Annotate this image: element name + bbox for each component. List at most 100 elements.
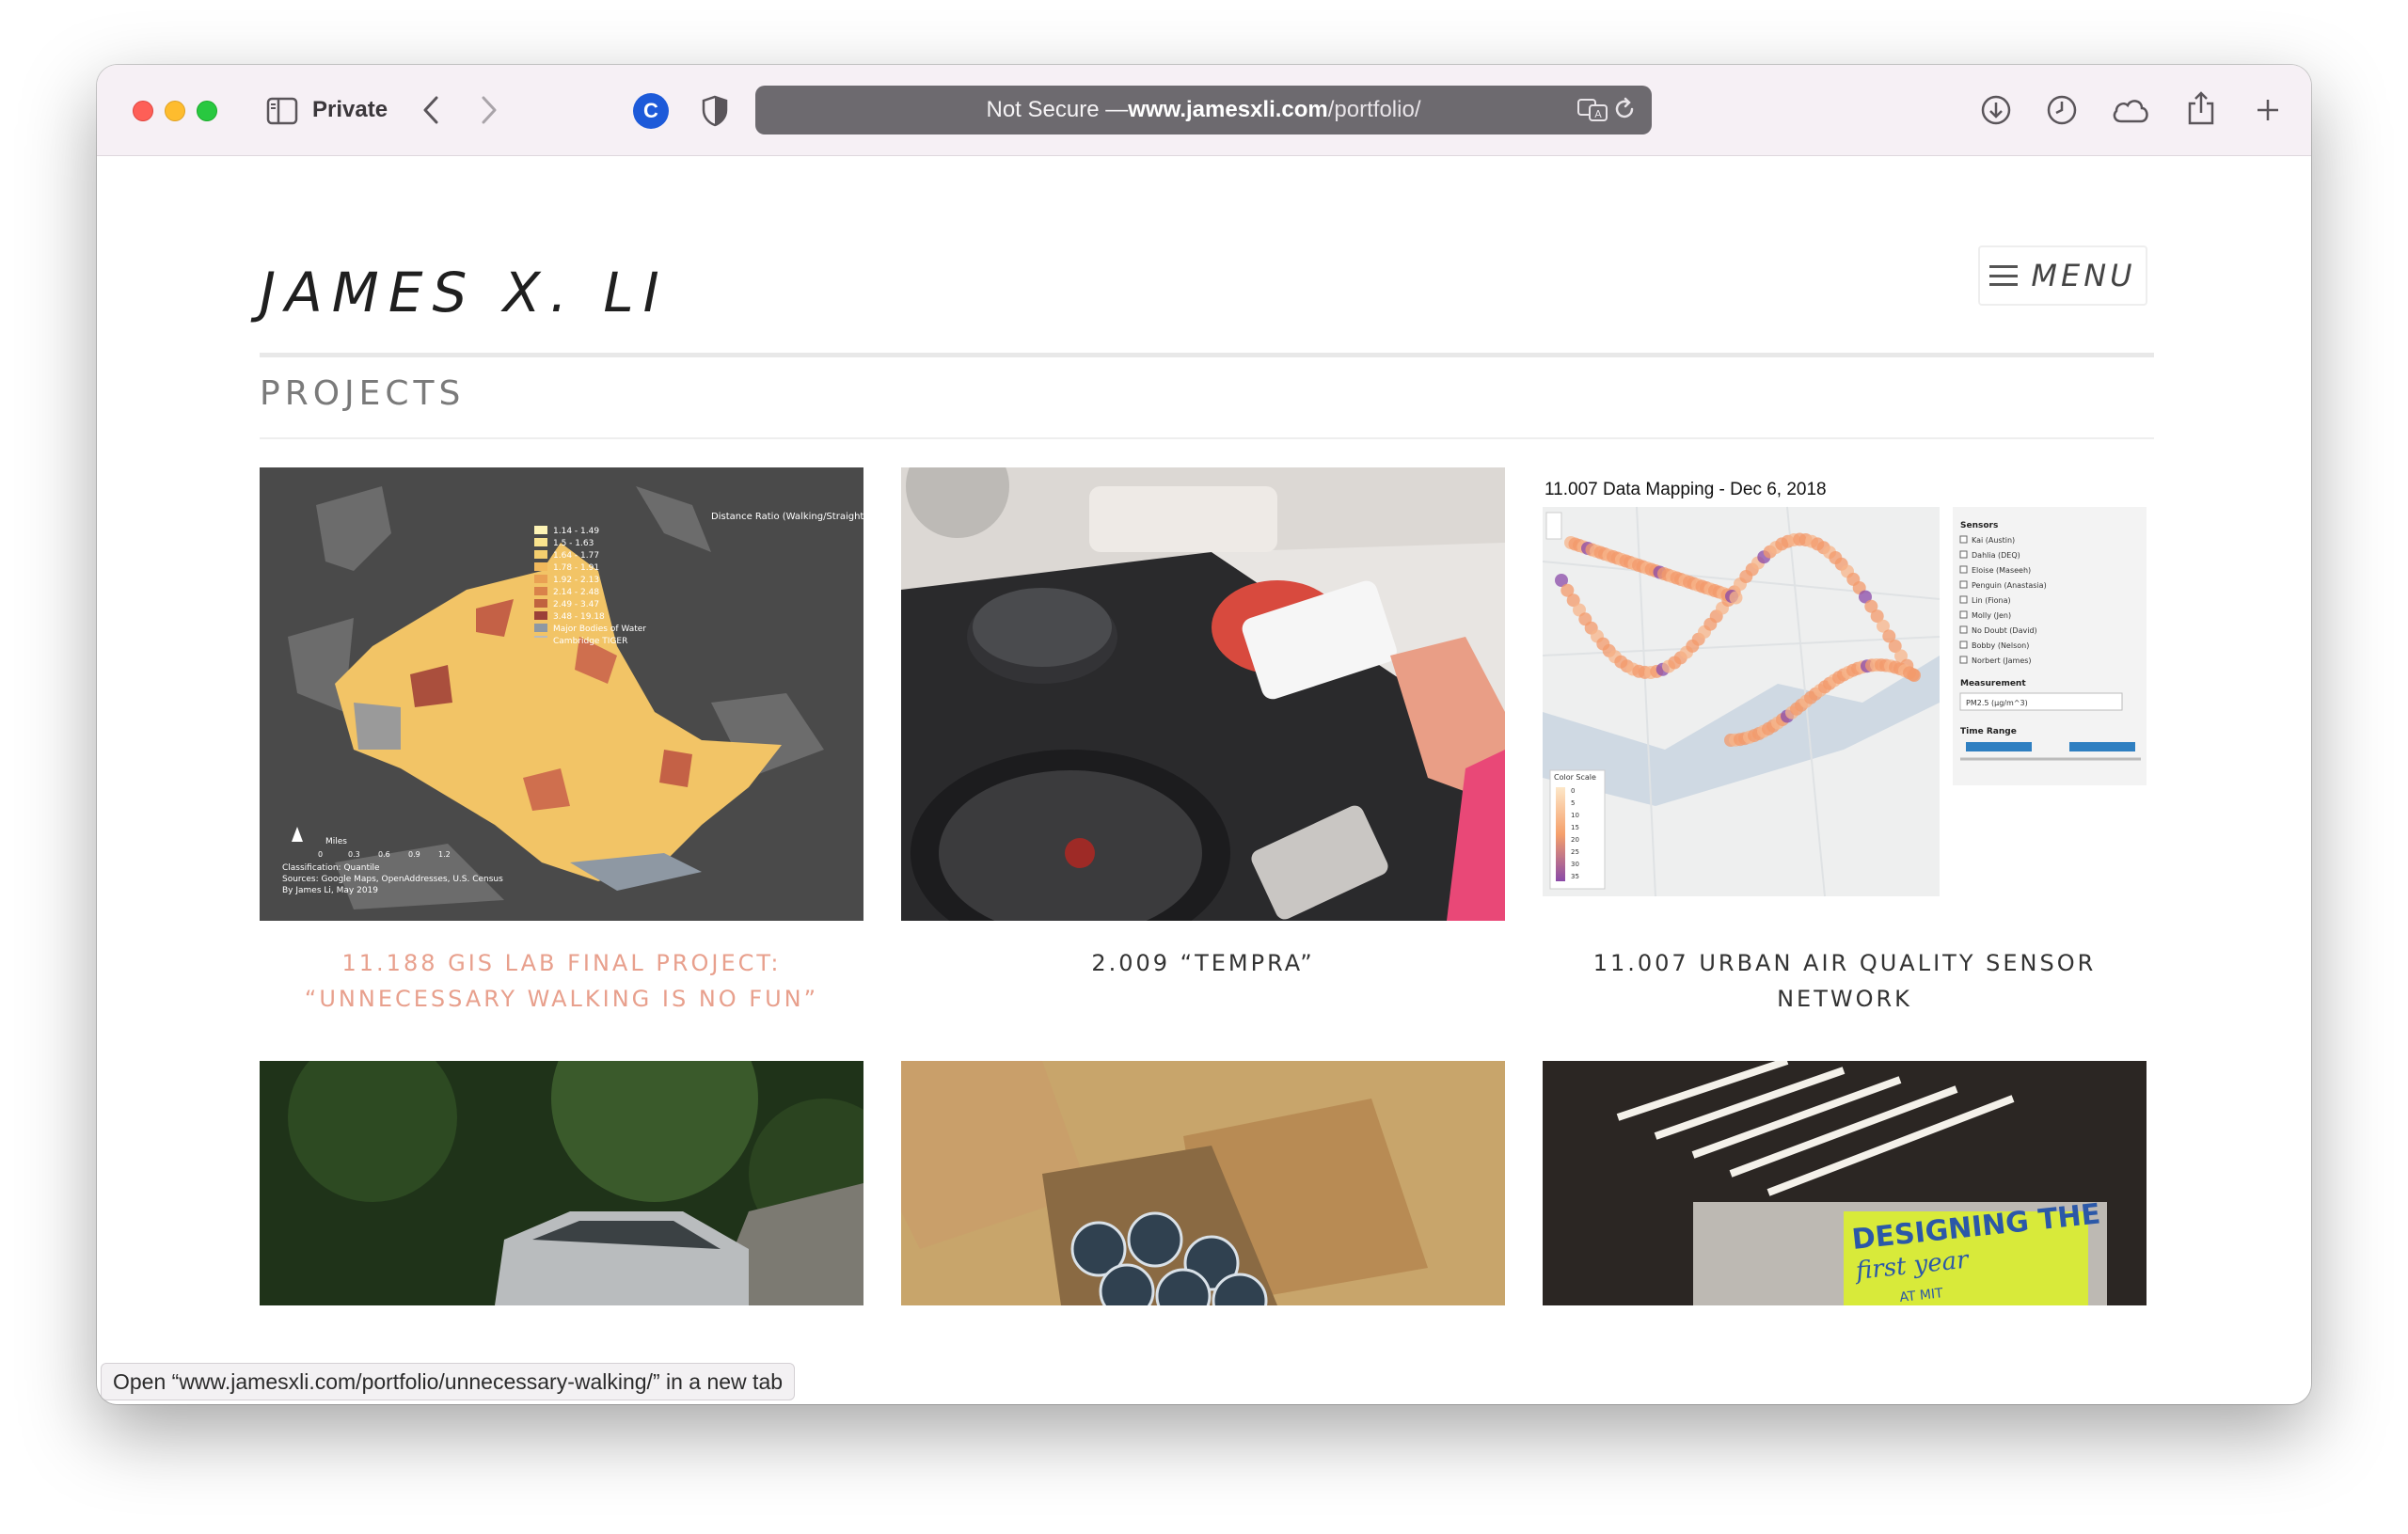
project-thumbnail[interactable]: Distance Ratio (Walking/Straight-Line) 1… xyxy=(260,467,863,921)
cardboard-box-photo xyxy=(901,1061,1505,1305)
project-title[interactable]: 11.188 GIS LAB FINAL PROJECT: “UNNECESSA… xyxy=(260,945,863,1017)
project-card-gis[interactable]: Distance Ratio (Walking/Straight-Line) 1… xyxy=(260,467,863,1017)
color-scale-label: Color Scale xyxy=(1554,773,1596,782)
browser-toolbar: Private C Not Secure — www.jamesxli.com … xyxy=(97,65,2311,156)
lecture-hall-photo: DESIGNING THE first year AT MIT xyxy=(1543,1061,2147,1305)
map-credit-line: Classification: Quantile xyxy=(282,863,380,873)
project-card-lecture[interactable]: DESIGNING THE first year AT MIT xyxy=(1543,1061,2147,1305)
sensor-item: No Doubt (David) xyxy=(1972,626,2037,635)
browser-window: Private C Not Secure — www.jamesxli.com … xyxy=(97,65,2311,1404)
reload-icon[interactable] xyxy=(1612,97,1639,123)
sensor-checkbox xyxy=(1959,595,1968,604)
legend-item: 1.92 - 2.13 xyxy=(553,576,599,585)
sensor-checkbox xyxy=(1959,640,1968,649)
measurement-label: Measurement xyxy=(1960,679,2026,688)
project-thumbnail[interactable]: DESIGNING THE first year AT MIT xyxy=(1543,1061,2147,1305)
sensor-checkbox xyxy=(1959,610,1968,619)
legend-item: 2.49 - 3.47 xyxy=(553,600,599,609)
legend-swatch xyxy=(534,611,547,620)
legend-swatch xyxy=(534,550,547,559)
legend-item: 3.48 - 19.18 xyxy=(553,612,605,622)
color-scale-tick: 20 xyxy=(1571,836,1579,844)
web-page: JAMES X. LI MENU PROJECTS Distance Ratio… xyxy=(97,157,2311,1404)
sensor-reading-dot xyxy=(1729,591,1743,605)
address-security-label: Not Secure — xyxy=(986,97,1129,122)
sensor-item: Eloise (Maseeh) xyxy=(1972,566,2031,575)
address-domain: www.jamesxli.com xyxy=(1128,97,1328,122)
color-scale-tick: 30 xyxy=(1571,861,1579,868)
scale-tick: 0.9 xyxy=(408,850,420,859)
new-tab-icon[interactable] xyxy=(2251,93,2285,127)
project-card-tempra[interactable]: 2.009 “TEMPRA” xyxy=(901,467,1505,981)
measurement-select: PM2.5 (μg/m^3) xyxy=(1966,699,2028,707)
project-card-forest[interactable] xyxy=(260,1061,863,1305)
sensor-checkbox xyxy=(1959,625,1968,634)
project-card-boxes[interactable] xyxy=(901,1061,1505,1305)
shield-icon[interactable] xyxy=(699,93,731,129)
legend-swatch xyxy=(534,526,547,534)
header-divider xyxy=(260,353,2154,357)
scale-tick: 1.2 xyxy=(438,850,451,859)
address-path: /portfolio/ xyxy=(1327,97,1421,122)
color-scale-tick: 5 xyxy=(1571,799,1575,807)
air-quality-map: 11.007 Data Mapping - Dec 6, 2018 Color … xyxy=(1543,480,2147,897)
color-scale-tick: 15 xyxy=(1571,824,1579,831)
zoom-window-button[interactable] xyxy=(197,101,217,121)
legend-item: Cambridge TIGER xyxy=(553,637,627,646)
cloud-icon[interactable] xyxy=(2110,93,2151,127)
scale-tick: 0.3 xyxy=(348,850,360,859)
close-window-button[interactable] xyxy=(133,101,153,121)
minimize-window-button[interactable] xyxy=(165,101,185,121)
site-title[interactable]: JAMES X. LI xyxy=(260,261,669,324)
project-thumbnail[interactable] xyxy=(901,467,1505,921)
map-credit-line: By James Li, May 2019 xyxy=(282,886,378,895)
sensor-item: Penguin (Anastasia) xyxy=(1972,581,2047,590)
legend-item: 1.64 - 1.77 xyxy=(553,551,599,561)
map-credit-line: Sources: Google Maps, OpenAddresses, U.S… xyxy=(282,875,503,884)
legend-swatch xyxy=(534,538,547,546)
sensor-item: Bobby (Nelson) xyxy=(1972,641,2029,650)
forward-icon[interactable] xyxy=(475,93,503,127)
project-title[interactable]: 2.009 “TEMPRA” xyxy=(901,945,1505,981)
forest-car-photo xyxy=(260,1061,863,1305)
scale-tick: 0 xyxy=(318,850,323,859)
legend-swatch xyxy=(534,636,547,638)
download-icon[interactable] xyxy=(1979,93,2013,127)
project-card-air-quality[interactable]: 11.007 Data Mapping - Dec 6, 2018 Color … xyxy=(1543,467,2147,1017)
time-range-label: Time Range xyxy=(1960,727,2017,736)
history-icon[interactable] xyxy=(2045,93,2079,127)
sensor-checkbox xyxy=(1959,580,1968,589)
address-bar[interactable]: Not Secure — www.jamesxli.com /portfolio… xyxy=(755,86,1652,134)
scale-tick: 0.6 xyxy=(378,850,390,859)
sensor-reading-dot xyxy=(1908,669,1921,682)
sensors-label: Sensors xyxy=(1960,521,1998,530)
sensor-checkbox xyxy=(1959,550,1968,559)
project-thumbnail[interactable]: 11.007 Data Mapping - Dec 6, 2018 Color … xyxy=(1543,467,2147,921)
legend-item: Major Bodies of Water xyxy=(553,625,646,634)
project-thumbnail[interactable] xyxy=(901,1061,1505,1305)
sidebar-icon[interactable] xyxy=(266,95,298,127)
sensor-checkbox xyxy=(1959,565,1968,574)
color-scale-tick: 10 xyxy=(1571,812,1579,819)
project-thumbnail[interactable] xyxy=(260,1061,863,1305)
translate-icon[interactable]: A xyxy=(1576,97,1608,123)
sensor-item: Lin (Fiona) xyxy=(1972,596,2011,605)
extension-icon[interactable]: C xyxy=(633,93,669,129)
back-icon[interactable] xyxy=(417,93,445,127)
project-title[interactable]: 11.007 URBAN AIR QUALITY SENSOR NETWORK xyxy=(1543,945,2147,1017)
sensor-item: Kai (Austin) xyxy=(1972,536,2015,545)
sensor-item: Molly (Jen) xyxy=(1972,611,2011,620)
map-legend-title: Distance Ratio (Walking/Straight-Line) xyxy=(711,512,863,522)
private-mode-label: Private xyxy=(312,97,388,122)
color-scale-tick: 25 xyxy=(1571,848,1579,856)
map-image: Distance Ratio (Walking/Straight-Line) 1… xyxy=(282,486,863,909)
legend-item: 1.14 - 1.49 xyxy=(553,527,599,536)
legend-swatch xyxy=(534,562,547,571)
menu-button[interactable]: MENU xyxy=(1978,245,2147,306)
svg-text:A: A xyxy=(1594,108,1602,120)
legend-swatch xyxy=(534,624,547,632)
legend-swatch xyxy=(534,599,547,608)
legend-item: 1.5 - 1.63 xyxy=(553,539,594,548)
share-icon[interactable] xyxy=(2184,89,2218,127)
section-title: PROJECTS xyxy=(260,374,466,413)
